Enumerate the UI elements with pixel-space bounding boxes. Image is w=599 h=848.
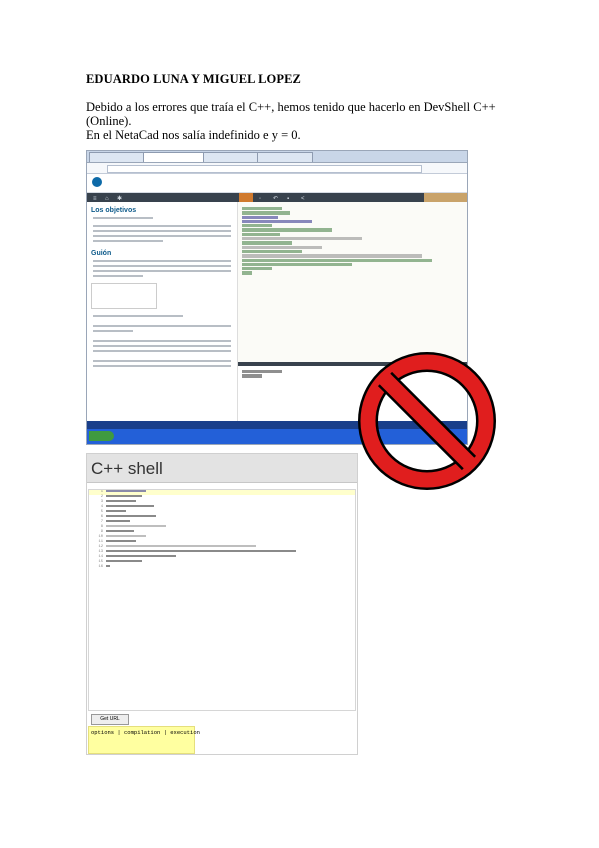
code-line (242, 258, 432, 262)
code-line (242, 232, 280, 237)
code-line (242, 211, 290, 215)
text-line (93, 275, 143, 277)
text-line (93, 265, 231, 267)
code-line (242, 219, 312, 224)
objectives-heading: Los objetivos (91, 207, 137, 214)
paragraph-line-1: Debido a los errores que traía el C++, h… (86, 100, 496, 128)
browser-tab (203, 152, 259, 162)
browser-tab (257, 152, 313, 162)
code-line (242, 245, 322, 249)
text-line (93, 225, 231, 227)
text-line (93, 235, 231, 237)
document-title: EDUARDO LUNA Y MIGUEL LOPEZ (86, 72, 301, 86)
text-line (93, 340, 231, 342)
get-url-button[interactable]: Get URL (91, 714, 129, 725)
lab-instructions-panel: Los objetivos Guión (87, 202, 238, 435)
text-line (93, 260, 231, 262)
cpp-code-editor: 1 2 3 4 5 6 7 8 9 10 11 12 13 14 15 16 (88, 489, 356, 711)
url-field (107, 165, 422, 173)
sign-slash (378, 372, 476, 470)
code-line (242, 254, 422, 258)
text-line (93, 350, 231, 352)
guide-heading: Guión (91, 250, 112, 257)
code-line (242, 224, 272, 228)
text-line (93, 240, 163, 242)
code-line (242, 228, 332, 232)
code-editor (238, 202, 467, 362)
paragraph-line-2: En el NetaCad nos salía indefinido e y =… (86, 128, 301, 142)
cpp-shell-title: C++ shell (91, 459, 163, 478)
cpp-shell-screenshot: C++ shell 1 2 3 4 5 6 7 8 9 10 11 12 13 … (86, 453, 358, 755)
code-line (242, 271, 252, 275)
browser-tab-strip (87, 151, 467, 163)
prohibition-sign-icon (358, 352, 496, 490)
text-line (93, 325, 231, 327)
code-line (242, 267, 272, 271)
code-line (242, 215, 278, 219)
code-line (242, 262, 352, 267)
browser-tab-active (143, 152, 205, 162)
code-line (242, 249, 302, 254)
code-line (242, 207, 282, 211)
body-paragraph: Debido a los errores que traía el C++, h… (86, 100, 506, 142)
browser-address-bar (87, 163, 467, 174)
cisco-logo-icon (92, 177, 102, 187)
text-line (93, 230, 231, 232)
code-line: 16 (89, 565, 355, 570)
text-line (93, 315, 183, 317)
text-line (93, 360, 231, 362)
output-tabs[interactable]: options | compilation | execution (89, 727, 200, 736)
text-line (93, 345, 231, 347)
text-line (93, 217, 153, 219)
text-line (93, 330, 133, 332)
netacad-header (87, 174, 467, 193)
output-line (242, 374, 262, 378)
output-line (242, 370, 282, 374)
text-line (93, 365, 231, 367)
start-button (89, 431, 114, 441)
text-line (93, 270, 231, 272)
output-panel: options | compilation | execution (88, 726, 200, 754)
browser-tab (89, 152, 145, 162)
code-line (242, 241, 292, 245)
formula-image (91, 283, 157, 309)
code-line (242, 237, 362, 241)
